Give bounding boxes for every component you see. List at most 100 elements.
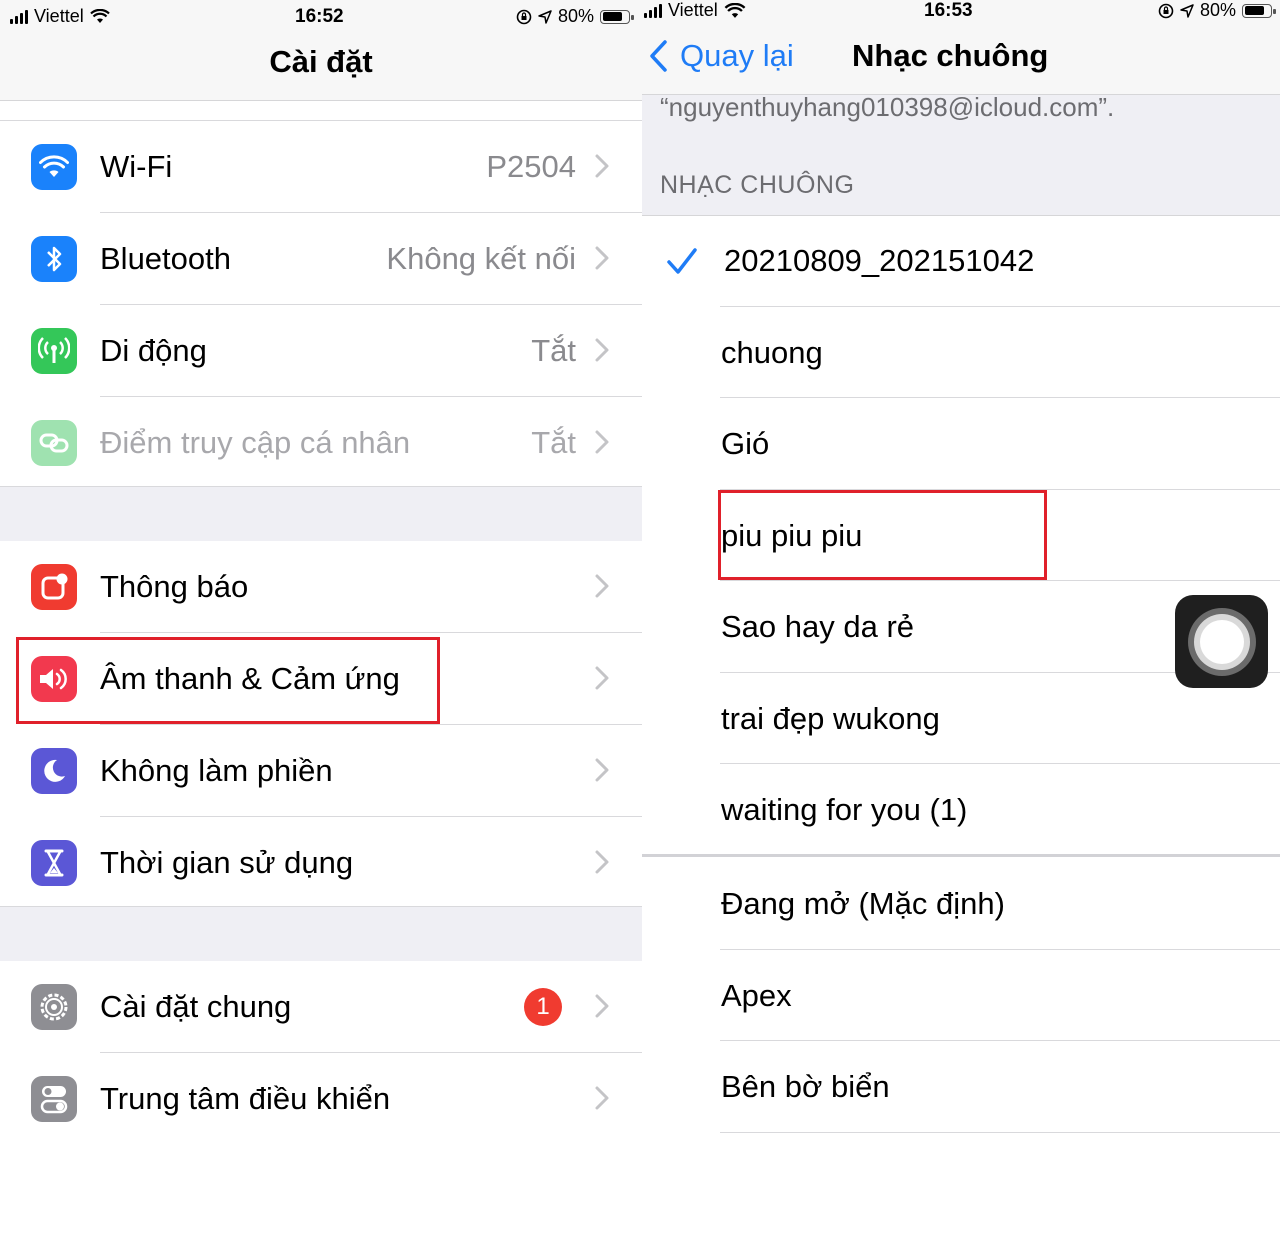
battery-percent: 80%: [1199, 0, 1236, 20]
status-bar: Viettel 16:53 80%: [642, 0, 1280, 32]
battery-icon: [1242, 3, 1276, 18]
clock: 16:52: [295, 6, 344, 27]
section-header-area: “nguyenthuyhang010398@icloud.com”. NHẠC …: [642, 92, 1280, 216]
ringtone-label: waiting for you (1): [721, 792, 968, 827]
ringtone-item[interactable]: Apex: [642, 950, 1280, 1041]
highlight-box: [16, 637, 440, 724]
carrier: Viettel: [10, 6, 110, 27]
settings-row-control-center[interactable]: Trung tâm điều khiển: [0, 1053, 642, 1145]
chevron-right-icon: [595, 1086, 609, 1110]
moon-icon: [31, 748, 77, 794]
clock: 16:53: [924, 0, 973, 21]
back-button[interactable]: Quay lại: [648, 38, 794, 74]
row-label: Di động: [100, 333, 207, 368]
chevron-left-icon: [650, 40, 667, 72]
status-bar: Viettel 16:52 80%: [0, 0, 642, 32]
row-value: Tắt: [531, 425, 576, 460]
ringtone-label: 20210809_202151042: [724, 243, 1035, 278]
ringtone-label: Apex: [721, 977, 792, 1013]
settings-row-screen-time[interactable]: Thời gian sử dụng: [0, 817, 642, 909]
row-label: Bluetooth: [100, 241, 231, 276]
row-label: Không làm phiền: [100, 753, 333, 788]
chevron-right-icon: [595, 338, 609, 362]
wifi-icon: [31, 144, 77, 190]
settings-row-wifi[interactable]: Wi-Fi P2504: [0, 121, 642, 213]
system-ringtone-list: Đang mở (Mặc định) Apex Bên bờ biển: [642, 858, 1280, 1133]
carrier-label: Viettel: [668, 0, 718, 20]
row-label: Điểm truy cập cá nhân: [100, 425, 411, 460]
ringtone-label: Bên bờ biển: [721, 1069, 890, 1104]
section-header: NHẠC CHUÔNG: [660, 171, 855, 199]
ringtone-item[interactable]: 20210809_202151042: [642, 215, 1280, 307]
ringtone-screen: Viettel 16:53 80% Quay lại Nhạc chuông “…: [642, 0, 1280, 1239]
carrier-label: Viettel: [34, 6, 84, 26]
page-title: Cài đặt: [269, 44, 373, 79]
chevron-right-icon: [595, 994, 609, 1018]
general-group: Cài đặt chung 1 Trung tâm điều khiển: [0, 961, 642, 1145]
row-value: Không kết nối: [386, 241, 576, 276]
row-label: Wi-Fi: [100, 149, 173, 184]
notifications-group: Thông báo Âm thanh & Cảm ứng Không làm p…: [0, 541, 642, 909]
row-value: Tắt: [531, 333, 576, 368]
chevron-right-icon: [595, 430, 609, 454]
row-label: Cài đặt chung: [100, 989, 292, 1024]
row-label: Thời gian sử dụng: [100, 845, 354, 880]
chevron-right-icon: [595, 574, 609, 598]
list-divider: [642, 854, 1280, 857]
ringtone-item[interactable]: waiting for you (1): [642, 764, 1280, 856]
notification-icon: [31, 564, 77, 610]
ringtone-item[interactable]: Bên bờ biển: [642, 1041, 1280, 1133]
settings-screen: Viettel 16:52 80% Cài đặt Wi-Fi P2504 Bl…: [0, 0, 642, 1239]
chevron-right-icon: [595, 246, 609, 270]
hourglass-icon: [31, 840, 77, 886]
wifi-status-icon: [724, 2, 746, 18]
row-label: Thông báo: [100, 569, 249, 604]
location-icon: [538, 9, 552, 24]
rotation-lock-icon: [516, 9, 532, 24]
rotation-lock-icon: [1158, 3, 1174, 18]
status-right: 80%: [1158, 0, 1276, 21]
section-gap: [0, 486, 642, 542]
icloud-note: “nguyenthuyhang010398@icloud.com”.: [660, 92, 1115, 122]
signal-icon: [10, 9, 28, 24]
chevron-right-icon: [595, 850, 609, 874]
carrier: Viettel: [644, 0, 746, 21]
settings-row-general[interactable]: Cài đặt chung 1: [0, 961, 642, 1053]
row-value: P2504: [486, 149, 576, 184]
battery-icon: [600, 9, 634, 24]
assistive-touch-button[interactable]: [1175, 595, 1268, 688]
link-icon: [31, 420, 77, 466]
notification-badge: 1: [524, 988, 562, 1026]
row-label: Trung tâm điều khiển: [100, 1081, 391, 1116]
settings-row-hotspot[interactable]: Điểm truy cập cá nhân Tắt: [0, 397, 642, 489]
ringtone-label: Gió: [721, 426, 770, 461]
ringtone-label: trai đẹp wukong: [721, 700, 940, 736]
ringtone-item[interactable]: Đang mở (Mặc định): [642, 858, 1280, 950]
wifi-status-icon: [89, 9, 110, 23]
battery-percent: 80%: [557, 6, 594, 26]
toggles-icon: [31, 1076, 77, 1122]
section-gap: [0, 906, 642, 962]
ringtone-header: Viettel 16:53 80% Quay lại Nhạc chuông: [642, 0, 1280, 95]
ringtone-item[interactable]: chuong: [642, 307, 1280, 398]
back-label: Quay lại: [680, 38, 794, 73]
chevron-right-icon: [595, 154, 609, 178]
checkmark-icon: [667, 248, 697, 274]
chevron-right-icon: [595, 758, 609, 782]
signal-icon: [644, 3, 662, 18]
settings-row-notifications[interactable]: Thông báo: [0, 541, 642, 633]
highlight-box: [718, 490, 1047, 580]
settings-row-bluetooth[interactable]: Bluetooth Không kết nối: [0, 213, 642, 305]
ringtone-item[interactable]: Gió: [642, 398, 1280, 490]
settings-row-cellular[interactable]: Di động Tắt: [0, 305, 642, 397]
ringtone-label: Sao hay da rẻ: [721, 609, 915, 644]
chevron-right-icon: [595, 666, 609, 690]
bluetooth-icon: [31, 236, 77, 282]
page-title: Nhạc chuông: [852, 38, 1049, 73]
status-right: 80%: [516, 6, 634, 27]
settings-header: Viettel 16:52 80% Cài đặt: [0, 0, 642, 101]
ringtone-label: chuong: [721, 334, 823, 370]
antenna-icon: [31, 328, 77, 374]
location-icon: [1180, 3, 1194, 18]
settings-row-do-not-disturb[interactable]: Không làm phiền: [0, 725, 642, 817]
